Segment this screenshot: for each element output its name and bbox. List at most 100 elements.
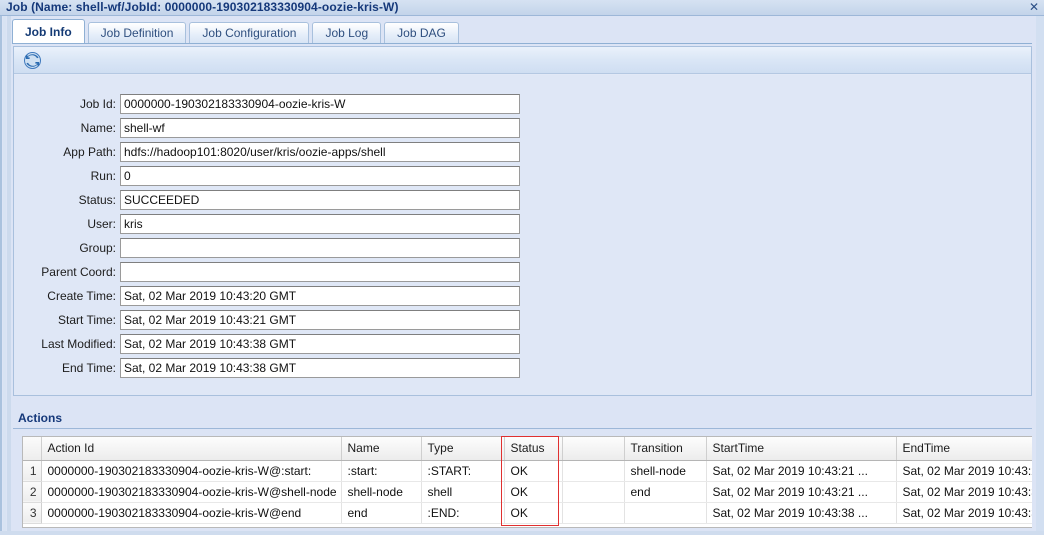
field-row-end-time: End Time: Sat, 02 Mar 2019 10:43:38 GMT — [14, 357, 1031, 381]
input-create-time[interactable]: Sat, 02 Mar 2019 10:43:20 GMT — [120, 286, 520, 306]
close-icon[interactable]: ✕ — [1027, 1, 1041, 14]
input-app-path[interactable]: hdfs://hadoop101:8020/user/kris/oozie-ap… — [120, 142, 520, 162]
table-row[interactable]: 1 0000000-190302183330904-oozie-kris-W@:s… — [23, 460, 1032, 482]
label-start-time: Start Time: — [57, 313, 116, 327]
input-last-modified[interactable]: Sat, 02 Mar 2019 10:43:38 GMT — [120, 334, 520, 354]
window-frame-left-inner — [3, 16, 6, 535]
field-row-app-path: App Path: hdfs://hadoop101:8020/user/kris… — [14, 141, 1031, 165]
cell-error-code — [562, 460, 625, 482]
label-create-time: Create Time: — [47, 289, 116, 303]
cell-action-id: 0000000-190302183330904-oozie-kris-W@:st… — [41, 460, 342, 482]
column-header-row-number[interactable] — [23, 437, 42, 461]
tab-job-info[interactable]: Job Info — [12, 19, 85, 44]
field-row-parent-coord: Parent Coord: — [14, 261, 1031, 285]
label-status: Status: — [78, 193, 116, 207]
cell-error-code — [562, 481, 625, 503]
column-header-name[interactable]: Name — [341, 437, 422, 461]
field-row-start-time: Start Time: Sat, 02 Mar 2019 10:43:21 GMT — [14, 309, 1031, 333]
field-row-last-modified: Last Modified: Sat, 02 Mar 2019 10:43:38 … — [14, 333, 1031, 357]
input-parent-coord[interactable] — [120, 262, 520, 282]
field-row-job-name: Name: shell-wf — [14, 117, 1031, 141]
job-info-panel: Job Id: 0000000-190302183330904-oozie-kri… — [13, 46, 1032, 396]
cell-error-code — [562, 502, 625, 524]
field-row-job-id: Job Id: 0000000-190302183330904-oozie-kri… — [14, 93, 1031, 117]
tab-underline — [12, 43, 1032, 44]
cell-end-time: Sat, 02 Mar 2019 10:43:38 ... — [896, 502, 1032, 524]
cell-status: OK — [504, 502, 563, 524]
cell-transition — [624, 502, 707, 524]
window-frame-left — [0, 16, 2, 535]
cell-name: :start: — [341, 460, 422, 482]
input-user[interactable]: kris — [120, 214, 520, 234]
label-run: Run: — [90, 169, 116, 183]
input-run[interactable]: 0 — [120, 166, 520, 186]
input-start-time[interactable]: Sat, 02 Mar 2019 10:43:21 GMT — [120, 310, 520, 330]
tab-job-configuration[interactable]: Job Configuration — [189, 22, 310, 44]
field-row-status: Status: SUCCEEDED — [14, 189, 1031, 213]
column-header-error-code[interactable] — [562, 437, 625, 461]
cell-start-time: Sat, 02 Mar 2019 10:43:21 ... — [706, 460, 897, 482]
window-frame-right — [1036, 16, 1044, 535]
cell-name: shell-node — [341, 481, 422, 503]
column-header-status[interactable]: Status — [504, 437, 563, 461]
label-user: User: — [87, 217, 116, 231]
field-row-create-time: Create Time: Sat, 02 Mar 2019 10:43:20 GM… — [14, 285, 1031, 309]
cell-transition: shell-node — [624, 460, 707, 482]
label-job-name: Name: — [80, 121, 116, 135]
actions-section-title: Actions — [18, 411, 63, 425]
column-header-type[interactable]: Type — [421, 437, 505, 461]
cell-end-time: Sat, 02 Mar 2019 10:43:37 ... — [896, 481, 1032, 503]
tab-job-dag[interactable]: Job DAG — [384, 22, 459, 44]
table-row[interactable]: 2 0000000-190302183330904-oozie-kris-W@sh… — [23, 481, 1032, 503]
tab-job-definition[interactable]: Job Definition — [87, 22, 187, 44]
label-last-modified: Last Modified: — [41, 337, 116, 351]
cell-type: shell — [421, 481, 505, 503]
cell-type: :START: — [421, 460, 505, 482]
label-group: Group: — [79, 241, 116, 255]
tab-bar: Job Info Job Definition Job Configuration J… — [12, 18, 1032, 44]
window-frame-bottom — [0, 531, 1044, 535]
input-group[interactable] — [120, 238, 520, 258]
cell-start-time: Sat, 02 Mar 2019 10:43:38 ... — [706, 502, 897, 524]
label-parent-coord: Parent Coord: — [41, 265, 116, 279]
cell-row-number: 1 — [23, 460, 42, 482]
field-row-run: Run: 0 — [14, 165, 1031, 189]
input-status[interactable]: SUCCEEDED — [120, 190, 520, 210]
column-header-end-time[interactable]: EndTime — [896, 437, 1032, 461]
cell-status: OK — [504, 460, 563, 482]
label-job-id: Job Id: — [79, 97, 116, 111]
actions-table: Action Id Name Type Status Transition StartTi… — [23, 437, 1032, 524]
label-app-path: App Path: — [63, 145, 116, 159]
label-end-time: End Time: — [61, 361, 116, 375]
tab-job-log[interactable]: Job Log — [312, 22, 382, 44]
cell-transition: end — [624, 481, 707, 503]
field-row-group: Group: — [14, 237, 1031, 261]
job-info-toolbar — [14, 47, 1031, 74]
table-row[interactable]: 3 0000000-190302183330904-oozie-kris-W@en… — [23, 502, 1032, 524]
cell-name: end — [341, 502, 422, 524]
cell-row-number: 2 — [23, 481, 42, 503]
actions-section-header: Actions — [13, 409, 1032, 429]
actions-grid: Action Id Name Type Status Transition StartTi… — [22, 436, 1032, 528]
input-end-time[interactable]: Sat, 02 Mar 2019 10:43:38 GMT — [120, 358, 520, 378]
input-job-id[interactable]: 0000000-190302183330904-oozie-kris-W — [120, 94, 520, 114]
job-details-window: Job (Name: shell-wf/JobId: 0000000-19030… — [0, 0, 1044, 535]
window-titlebar: Job (Name: shell-wf/JobId: 0000000-19030… — [0, 0, 1044, 16]
cell-action-id: 0000000-190302183330904-oozie-kris-W@end — [41, 502, 342, 524]
table-header-row: Action Id Name Type Status Transition StartTi… — [23, 437, 1032, 461]
cell-status: OK — [504, 481, 563, 503]
cell-action-id: 0000000-190302183330904-oozie-kris-W@she… — [41, 481, 342, 503]
cell-start-time: Sat, 02 Mar 2019 10:43:21 ... — [706, 481, 897, 503]
cell-end-time: Sat, 02 Mar 2019 10:43:21 ... — [896, 460, 1032, 482]
input-job-name[interactable]: shell-wf — [120, 118, 520, 138]
window-title: Job (Name: shell-wf/JobId: 0000000-19030… — [6, 0, 399, 14]
cell-type: :END: — [421, 502, 505, 524]
column-header-action-id[interactable]: Action Id — [41, 437, 342, 461]
field-row-user: User: kris — [14, 213, 1031, 237]
refresh-icon[interactable] — [23, 51, 42, 70]
cell-row-number: 3 — [23, 502, 42, 524]
column-header-start-time[interactable]: StartTime — [706, 437, 897, 461]
job-info-form: Job Id: 0000000-190302183330904-oozie-kri… — [14, 75, 1031, 395]
window-frame-left-gutter — [7, 16, 11, 535]
column-header-transition[interactable]: Transition — [624, 437, 707, 461]
